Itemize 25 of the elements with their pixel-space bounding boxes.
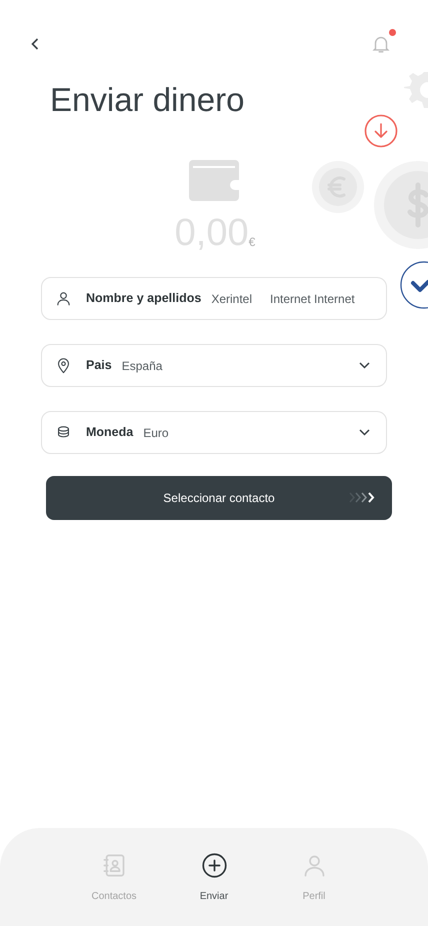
field-label: Pais bbox=[86, 357, 112, 374]
page-title: Enviar dinero bbox=[50, 80, 244, 120]
select-contact-button[interactable]: Seleccionar contacto bbox=[46, 476, 392, 520]
field-value: Euro bbox=[143, 424, 169, 442]
field-value: España bbox=[122, 358, 162, 374]
plus-circle-icon bbox=[200, 852, 228, 879]
select-field[interactable]: Moneda Euro bbox=[41, 411, 387, 454]
field-value: Internet Internet bbox=[270, 290, 355, 308]
select-field[interactable]: Pais España bbox=[41, 344, 387, 387]
chevron-down-icon bbox=[359, 362, 370, 369]
field-label: Nombre y apellidos bbox=[86, 290, 202, 308]
input-field[interactable]: Nombre y apellidos Xerintel Internet Internet bbox=[41, 277, 387, 320]
nav-tab[interactable]: Enviar bbox=[184, 852, 244, 926]
euro-coin-icon bbox=[312, 161, 364, 213]
back-chevron-icon bbox=[31, 38, 39, 50]
chevron-down-icon bbox=[359, 429, 370, 436]
address-book-icon bbox=[100, 852, 128, 879]
field-value: Xerintel bbox=[211, 290, 252, 308]
chevrons-right-icon bbox=[349, 492, 375, 503]
location-pin-icon bbox=[55, 357, 72, 374]
wallet-icon bbox=[189, 160, 239, 201]
field-label: Moneda bbox=[86, 424, 134, 442]
person-icon bbox=[55, 290, 72, 307]
download-icon bbox=[364, 114, 398, 148]
currency-symbol: € bbox=[248, 234, 256, 251]
